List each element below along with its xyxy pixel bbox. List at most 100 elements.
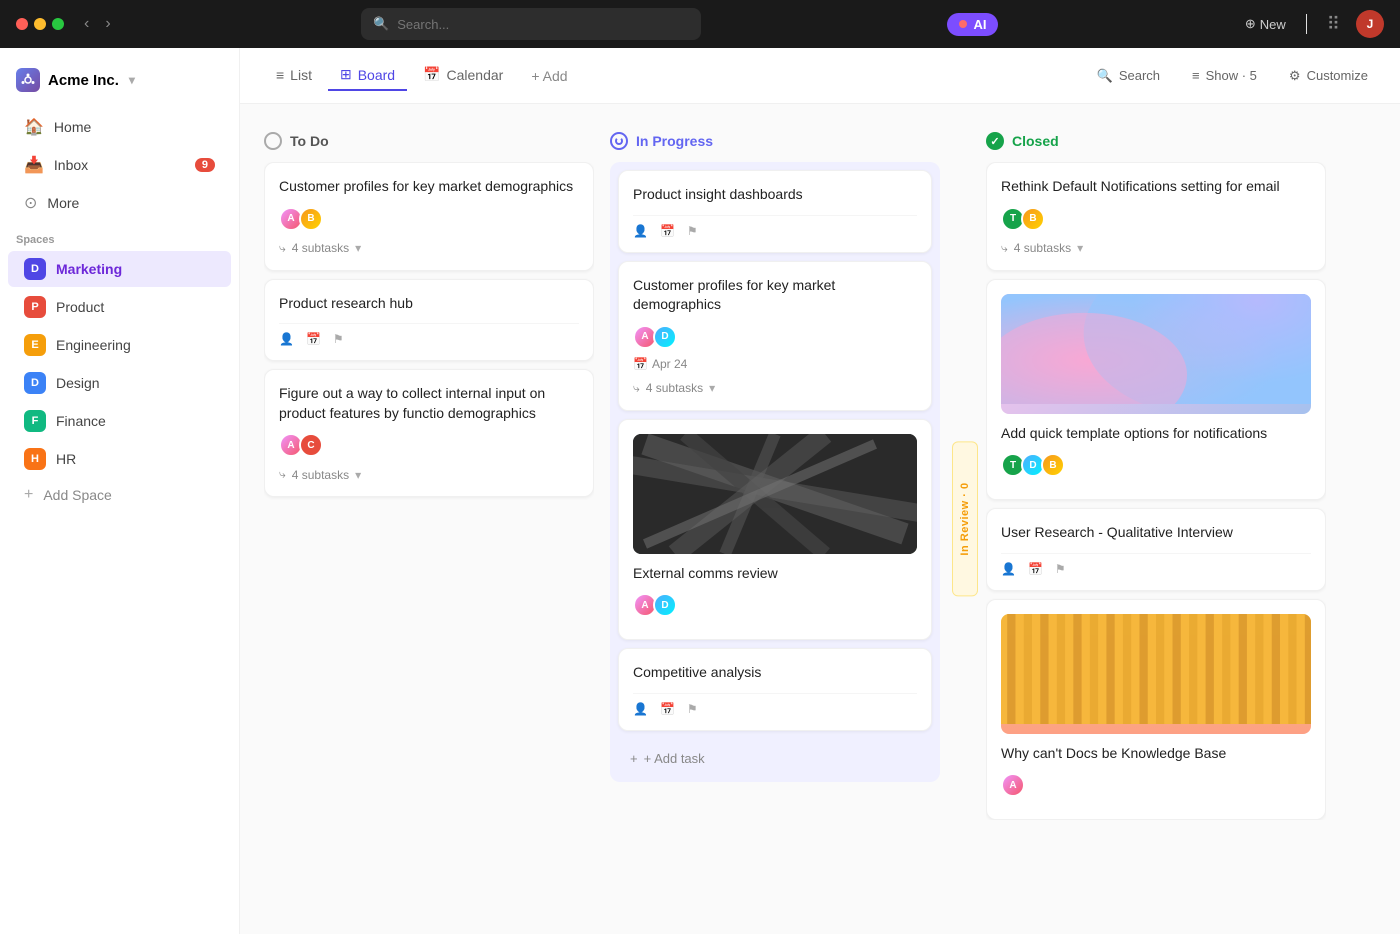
brand-logo[interactable]: Acme Inc. ▾ (0, 64, 239, 108)
search-bar[interactable]: 🔍 (361, 8, 701, 40)
tab-board[interactable]: ⊞ Board (328, 60, 407, 91)
card-user-research-qualitative[interactable]: User Research - Qualitative Interview 👤 … (986, 508, 1326, 591)
card-image-pink (1001, 294, 1311, 414)
back-button[interactable]: ‹ (80, 13, 93, 35)
card-product-research-hub[interactable]: Product research hub 👤 📅 ⚑ (264, 279, 594, 362)
calendar-icon: 📅 (633, 357, 648, 371)
card-subtasks[interactable]: ⤷ 4 subtasks ▾ (279, 467, 579, 482)
person-icon: 👤 (279, 332, 294, 346)
spaces-section-title: Spaces (0, 222, 239, 250)
ai-button[interactable]: AI (947, 13, 998, 36)
meta-date: 📅 (306, 332, 321, 346)
sidebar-item-more[interactable]: ⊙ More (8, 185, 231, 221)
column-inprogress-wrapper: In Progress Product insight dashboards 👤 (610, 124, 970, 914)
sidebar-item-hr[interactable]: H HR (8, 441, 231, 477)
sidebar-item-home[interactable]: 🏠 Home (8, 109, 231, 145)
avatar: B (299, 207, 323, 231)
space-label: Marketing (56, 261, 122, 277)
card-meta: 👤 📅 ⚑ (633, 215, 917, 238)
divider (1306, 14, 1307, 34)
add-space-button[interactable]: + Add Space (8, 479, 231, 511)
space-icon-engineering: E (24, 334, 46, 356)
minimize-dot[interactable] (34, 18, 46, 30)
content-header: ≡ List ⊞ Board 📅 Calendar + Add 🔍 Search (240, 48, 1400, 104)
sidebar-item-inbox[interactable]: 📥 Inbox 9 (8, 147, 231, 183)
add-space-label: Add Space (43, 487, 112, 503)
maximize-dot[interactable] (52, 18, 64, 30)
header-search-button[interactable]: 🔍 Search (1089, 64, 1168, 88)
calendar-icon: 📅 (1028, 562, 1043, 576)
card-title: Why can't Docs be Knowledge Base (1001, 744, 1311, 764)
card-quick-template[interactable]: Add quick template options for notificat… (986, 279, 1326, 501)
tab-list[interactable]: ≡ List (264, 61, 324, 91)
column-title-todo: To Do (290, 133, 329, 149)
tab-calendar[interactable]: 📅 Calendar (411, 60, 515, 91)
new-button[interactable]: ⊕ New (1245, 16, 1286, 32)
card-customer-profiles-todo[interactable]: Customer profiles for key market demogra… (264, 162, 594, 271)
header-show-button[interactable]: ≡ Show · 5 (1184, 64, 1265, 87)
sidebar-item-label: More (47, 195, 79, 211)
card-meta: 👤 📅 ⚑ (633, 693, 917, 716)
brand-chevron: ▾ (129, 73, 135, 87)
card-title: Competitive analysis (633, 663, 917, 683)
card-product-insight-dashboards[interactable]: Product insight dashboards 👤 📅 ⚑ (618, 170, 932, 253)
closed-status-icon: ✓ (986, 132, 1004, 150)
card-rethink-notifications[interactable]: Rethink Default Notifications setting fo… (986, 162, 1326, 271)
forward-button[interactable]: › (101, 13, 114, 35)
search-input[interactable] (397, 17, 689, 32)
add-task-icon: + (630, 751, 638, 766)
card-external-comms[interactable]: External comms review A D (618, 419, 932, 641)
flag-icon: ⚑ (687, 702, 698, 716)
header-customize-button[interactable]: ⚙ Customize (1281, 64, 1376, 88)
card-figure-out-collect[interactable]: Figure out a way to collect internal inp… (264, 369, 594, 497)
flag-icon: ⚑ (1055, 562, 1066, 576)
card-title: Customer profiles for key market demogra… (279, 177, 579, 197)
tab-calendar-label: Calendar (447, 67, 504, 83)
sidebar-item-design[interactable]: D Design (8, 365, 231, 401)
card-avatars: A D (633, 593, 917, 617)
chevron-down-icon: ▾ (355, 241, 361, 255)
add-space-icon: + (24, 486, 33, 504)
sidebar-item-finance[interactable]: F Finance (8, 403, 231, 439)
card-subtasks[interactable]: ⤷ 4 subtasks ▾ (1001, 241, 1311, 256)
new-icon: ⊕ (1245, 16, 1256, 32)
card-docs-knowledge-base[interactable]: Why can't Docs be Knowledge Base A (986, 599, 1326, 821)
add-task-button[interactable]: + + Add task (618, 743, 932, 774)
more-icon: ⊙ (24, 193, 37, 213)
sidebar-item-product[interactable]: P Product (8, 289, 231, 325)
sidebar-item-engineering[interactable]: E Engineering (8, 327, 231, 363)
meta-flag: ⚑ (687, 224, 698, 238)
card-avatars: T D B (1001, 453, 1311, 477)
meta-assignee: 👤 (1001, 562, 1016, 576)
customize-icon: ⚙ (1289, 68, 1301, 84)
card-subtasks[interactable]: ⤷ 4 subtasks ▾ (279, 241, 579, 256)
main-layout: Acme Inc. ▾ 🏠 Home 📥 Inbox 9 ⊙ More Spac… (0, 48, 1400, 934)
avatar: D (653, 593, 677, 617)
close-dot[interactable] (16, 18, 28, 30)
space-label: Design (56, 375, 100, 391)
in-review-panel[interactable]: In Review · 0 (952, 441, 978, 596)
topbar: ‹ › 🔍 AI ⊕ New ⠿ J (0, 0, 1400, 48)
space-icon-product: P (24, 296, 46, 318)
show-icon: ≡ (1192, 68, 1200, 83)
column-todo: To Do Customer profiles for key market d… (264, 124, 594, 914)
content-area: ≡ List ⊞ Board 📅 Calendar + Add 🔍 Search (240, 48, 1400, 934)
sidebar-item-marketing[interactable]: D Marketing (8, 251, 231, 287)
column-inprogress: In Progress Product insight dashboards 👤 (610, 124, 940, 782)
calendar-icon: 📅 (660, 224, 675, 238)
person-icon: 👤 (633, 224, 648, 238)
chevron-down-icon: ▾ (709, 381, 715, 395)
card-meta: 👤 📅 ⚑ (279, 323, 579, 346)
grid-icon[interactable]: ⠿ (1327, 14, 1340, 35)
card-customer-profiles-inprogress[interactable]: Customer profiles for key market demogra… (618, 261, 932, 411)
subtask-count: 4 subtasks (1014, 241, 1071, 255)
calendar-icon: 📅 (306, 332, 321, 346)
subtask-icon: ⤷ (279, 467, 286, 482)
card-image-gold (1001, 614, 1311, 734)
card-avatars: A B (279, 207, 579, 231)
card-avatars: A (1001, 773, 1311, 797)
card-subtasks[interactable]: ⤷ 4 subtasks ▾ (633, 381, 917, 396)
add-tab-button[interactable]: + Add (519, 62, 579, 90)
card-competitive-analysis[interactable]: Competitive analysis 👤 📅 ⚑ (618, 648, 932, 731)
user-avatar[interactable]: J (1356, 10, 1384, 38)
